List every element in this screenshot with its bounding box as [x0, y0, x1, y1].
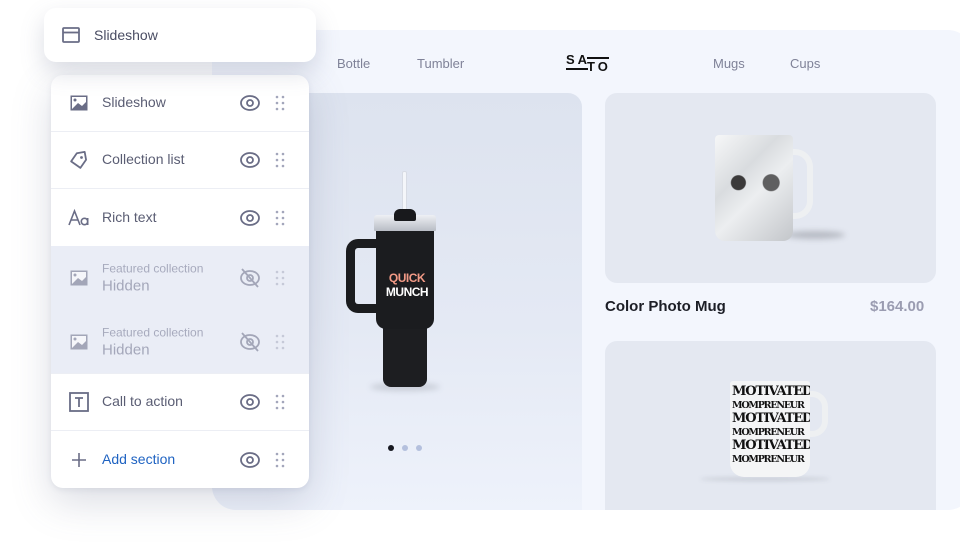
product-name[interactable]: Color Photo Mug	[605, 298, 726, 315]
section-row-slideshow[interactable]: Slideshow	[51, 75, 309, 132]
storefront-preview: Bottle Tumbler SA TO Mugs Cups QUICK MUN…	[212, 30, 960, 510]
drag-handle-icon[interactable]	[275, 334, 285, 350]
print-line-2: MUNCH	[385, 285, 429, 299]
layout-icon	[62, 27, 80, 43]
mug-body: MOTIVATED MOMPRENEUR MOTIVATED MOMPRENEU…	[730, 381, 810, 477]
mug-print-line: MOMPRENEUR	[732, 453, 805, 465]
image-icon	[68, 92, 90, 114]
slide-dot-3[interactable]	[416, 445, 422, 451]
drag-handle-icon[interactable]	[275, 210, 285, 226]
section-text: Collection list	[102, 151, 184, 169]
section-label: Featured collection	[102, 325, 204, 339]
slide-indicators	[388, 445, 422, 451]
tumbler-lid-cap	[394, 209, 416, 221]
mug-body	[715, 135, 793, 241]
nav-link-tumbler[interactable]: Tumbler	[417, 56, 464, 71]
slide-dot-1[interactable]	[388, 445, 394, 451]
print-line-1: QUICK	[388, 271, 426, 285]
text-box-icon	[68, 391, 90, 413]
store-logo[interactable]: SA TO	[566, 52, 616, 74]
mug-print-line: MOTIVATED	[732, 438, 810, 453]
eye-off-icon[interactable]	[239, 331, 261, 353]
mug-shadow	[785, 231, 845, 239]
plus-icon	[68, 449, 90, 471]
section-text: Rich text	[102, 209, 156, 227]
nav-link-cups[interactable]: Cups	[790, 56, 820, 71]
add-section-label: Add section	[102, 450, 176, 467]
eye-icon[interactable]	[239, 149, 261, 171]
section-label: Featured collection	[102, 261, 204, 276]
nav-link-mugs[interactable]: Mugs	[713, 56, 745, 71]
eye-icon[interactable]	[239, 92, 261, 114]
image-icon	[68, 267, 90, 289]
tumbler-print: QUICK MUNCH	[384, 271, 430, 299]
section-label: Slideshow	[102, 94, 166, 110]
section-row-collection-list[interactable]: Collection list	[51, 132, 309, 189]
section-row-featured-collection-1[interactable]: Featured collection Hidden	[51, 246, 309, 310]
section-row-featured-collection-2[interactable]: Featured collection Hidden	[51, 310, 309, 374]
section-label: Rich text	[102, 208, 157, 225]
section-text: Slideshow	[102, 94, 166, 112]
drag-handle-icon[interactable]	[275, 152, 285, 168]
section-row-rich-text[interactable]: Rich text	[51, 189, 309, 246]
section-text: Featured collection Hidden	[102, 325, 203, 358]
product-card-motivated-mug[interactable]: MOTIVATED MOMPRENEUR MOTIVATED MOMPRENEU…	[605, 341, 936, 510]
selected-section-pill[interactable]: Slideshow	[44, 8, 316, 62]
logo-bottom-text: TO	[587, 57, 611, 74]
sections-panel: Slideshow Collection list Rich text Feat…	[51, 75, 309, 488]
product-price: $164.00	[870, 298, 925, 315]
nav-link-bottle[interactable]: Bottle	[337, 56, 370, 71]
text-style-icon	[68, 207, 90, 229]
section-text: Add section	[102, 451, 175, 469]
eye-icon[interactable]	[239, 391, 261, 413]
section-status: Hidden	[102, 341, 150, 358]
add-section-button[interactable]: Add section	[51, 431, 309, 488]
eye-off-icon[interactable]	[239, 267, 261, 289]
motivated-mug-image: MOTIVATED MOMPRENEUR MOTIVATED MOMPRENEU…	[700, 381, 840, 481]
section-label: Call to action	[102, 393, 183, 409]
eye-icon[interactable]	[239, 449, 261, 471]
slide-dot-2[interactable]	[402, 445, 408, 451]
tumbler-base	[383, 321, 427, 387]
store-navigation: Bottle Tumbler SA TO Mugs Cups	[212, 30, 960, 94]
mug-print-line: MOMPRENEUR	[732, 399, 805, 411]
mug-print-line: MOTIVATED	[732, 384, 810, 399]
mug-shadow	[700, 477, 830, 481]
mug-print-line: MOTIVATED	[732, 411, 810, 426]
drag-handle-icon[interactable]	[275, 452, 285, 468]
photo-mug-image	[715, 135, 845, 243]
section-text: Featured collection Hidden	[102, 262, 203, 295]
selected-section-label: Slideshow	[94, 27, 158, 43]
mug-print-text: MOTIVATED MOMPRENEUR MOTIVATED MOMPRENEU…	[732, 385, 810, 466]
image-icon	[68, 331, 90, 353]
mug-print-line: MOMPRENEUR	[732, 426, 805, 438]
drag-handle-icon[interactable]	[275, 270, 285, 286]
tag-icon	[68, 149, 90, 171]
section-row-call-to-action[interactable]: Call to action	[51, 374, 309, 431]
tumbler-product-image: QUICK MUNCH	[346, 171, 446, 391]
section-label: Collection list	[102, 151, 185, 167]
section-status: Hidden	[102, 277, 150, 295]
section-text: Call to action	[102, 393, 183, 411]
drag-handle-icon[interactable]	[275, 394, 285, 410]
product-card-photo-mug[interactable]	[605, 93, 936, 283]
tumbler-handle	[346, 239, 380, 313]
drag-handle-icon[interactable]	[275, 95, 285, 111]
eye-icon[interactable]	[239, 207, 261, 229]
